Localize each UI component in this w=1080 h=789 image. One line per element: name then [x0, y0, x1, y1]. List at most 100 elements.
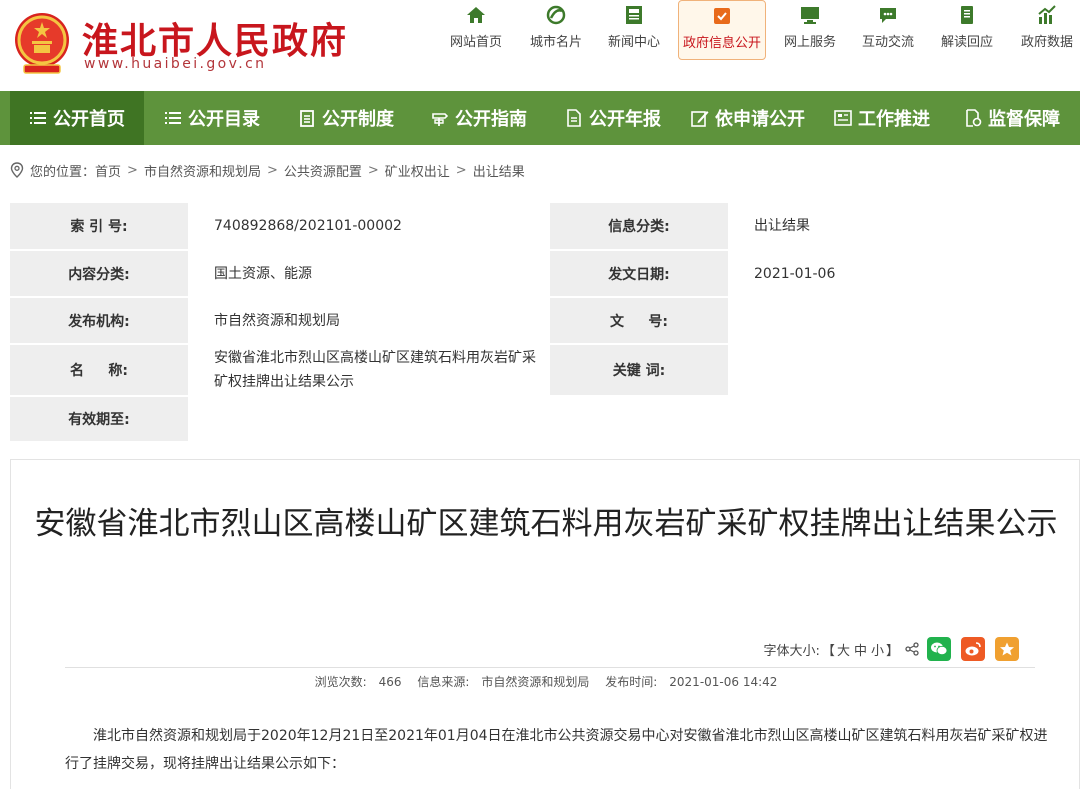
list-icon [30, 112, 46, 124]
home-icon [467, 7, 485, 23]
quick-nav-label: 政府信息公开 [682, 36, 761, 51]
breadcrumb-mining-rights[interactable]: 矿业权出让 [385, 161, 450, 180]
quick-nav-label: 解读回应 [940, 35, 993, 50]
name-value: 安徽省淮北市烈山区高楼山矿区建筑石料用灰岩矿采矿权挂牌出让结果公示 [190, 345, 548, 395]
wechat-icon [931, 642, 948, 656]
nav-item-public-home[interactable]: 公开首页 [10, 91, 144, 145]
quick-nav-news[interactable]: 新闻中心 [590, 0, 678, 60]
quick-nav-label: 政府数据 [1020, 35, 1073, 50]
quick-nav-gov-data[interactable]: 政府数据 [1003, 0, 1080, 60]
clipboard-icon [300, 110, 314, 127]
document-icon [714, 8, 730, 24]
location-pin-icon [10, 162, 24, 178]
content-type-label: 内容分类: [10, 251, 188, 296]
font-size-large-button[interactable]: 大 [837, 640, 850, 659]
quick-nav-label: 城市名片 [529, 35, 582, 50]
quick-nav-label: 网上服务 [783, 35, 836, 50]
quick-nav-label: 新闻中心 [607, 35, 660, 50]
quick-nav-label: 互动交流 [861, 35, 914, 50]
star-icon [1000, 642, 1014, 656]
breadcrumb-separator: > [266, 162, 278, 178]
nav-item-label: 公开年报 [589, 109, 661, 130]
wechat-share-button[interactable] [927, 637, 951, 661]
edit-icon [691, 111, 709, 127]
font-size-medium-button[interactable]: 中 [854, 640, 867, 659]
nav-item-label: 依申请公开 [715, 109, 805, 130]
site-header: 淮北市人民政府 www.huaibei.gov.cn 网站首页 城市名片 新闻中… [0, 0, 1080, 91]
report-icon [567, 109, 581, 127]
quick-nav-city-card[interactable]: 城市名片 [512, 0, 600, 60]
leaf-icon [546, 5, 566, 25]
category-label: 信息分类: [550, 203, 728, 249]
nav-item-label: 监督保障 [988, 109, 1060, 130]
date-label: 发文日期: [550, 251, 728, 296]
article-title: 安徽省淮北市烈山区高楼山矿区建筑石料用灰岩矿采矿权挂牌出让结果公示 [34, 506, 1058, 542]
breadcrumb: 您的位置： 首页 > 市自然资源和规划局 > 公共资源配置 > 矿业权出让 > … [10, 160, 525, 180]
validity-label: 有效期至: [10, 397, 188, 441]
nav-item-label: 公开制度 [322, 109, 394, 130]
source-value: 市自然资源和规划局 [481, 675, 590, 689]
quick-nav-interpretation[interactable]: 解读回应 [923, 0, 1011, 60]
nav-item-label: 公开目录 [188, 109, 260, 130]
quick-nav-label: 网站首页 [449, 35, 502, 50]
weibo-icon [965, 642, 981, 656]
index-value: 740892868/202101-00002 [190, 203, 548, 249]
article-meta: 浏览次数: 466 信息来源: 市自然资源和规划局 发布时间: 2021-01-06 … [11, 673, 1080, 690]
article-tools: 字体大小: 【 大 中 小 】 [764, 636, 1019, 662]
nav-item-public-guide[interactable]: 公开指南 [418, 91, 540, 145]
font-size-bracket-close: 】 [885, 643, 899, 659]
article-divider [65, 667, 1035, 668]
nav-item-supervision[interactable]: 监督保障 [952, 91, 1072, 145]
breadcrumb-resource-allocation[interactable]: 公共资源配置 [284, 161, 362, 180]
book-icon [961, 6, 973, 24]
nav-item-public-system[interactable]: 公开制度 [284, 91, 408, 145]
org-label: 发布机构: [10, 298, 188, 343]
breadcrumb-separator: > [127, 162, 138, 178]
font-size-bracket-open: 【 [821, 643, 835, 659]
chat-icon [880, 8, 896, 23]
quick-nav-interaction[interactable]: 互动交流 [844, 0, 932, 60]
article-body: 淮北市自然资源和规划局于2020年12月21日至2021年01月04日在淮北市公… [65, 728, 1048, 772]
newspaper-icon [626, 6, 642, 24]
doc-number-label: 文 号: [550, 298, 728, 343]
org-value: 市自然资源和规划局 [190, 298, 548, 343]
nav-item-public-catalog[interactable]: 公开目录 [150, 91, 274, 145]
weibo-share-button[interactable] [961, 637, 985, 661]
nav-item-label: 工作推进 [858, 109, 930, 130]
validity-value [190, 397, 548, 441]
favorite-button[interactable] [995, 637, 1019, 661]
breadcrumb-separator: > [367, 162, 379, 178]
breadcrumb-transfer-result[interactable]: 出让结果 [473, 161, 525, 180]
nav-item-label: 公开首页 [53, 109, 125, 130]
nav-item-annual-report[interactable]: 公开年报 [552, 91, 674, 145]
content-type-value: 国土资源、能源 [190, 251, 548, 296]
nav-item-work-progress[interactable]: 工作推进 [824, 91, 940, 145]
quick-nav-online-service[interactable]: 网上服务 [766, 0, 854, 60]
publish-time-value: 2021-01-06 14:42 [669, 675, 778, 689]
date-value: 2021-01-06 [730, 251, 1080, 296]
views-label: 浏览次数: [314, 675, 367, 689]
publish-time-label: 发布时间: [605, 675, 658, 689]
quick-nav-gov-info[interactable]: 政府信息公开 [678, 0, 766, 60]
keyword-label: 关键 词: [550, 345, 728, 395]
name-label: 名 称: [10, 345, 188, 395]
index-label: 索 引 号: [10, 203, 188, 249]
breadcrumb-bureau[interactable]: 市自然资源和规划局 [144, 161, 261, 180]
font-size-small-button[interactable]: 小 [871, 640, 884, 659]
quick-nav-home[interactable]: 网站首页 [432, 0, 520, 60]
nav-item-apply-disclosure[interactable]: 依申请公开 [680, 91, 816, 145]
share-icon[interactable] [905, 642, 919, 656]
national-emblem-icon[interactable] [10, 10, 74, 76]
site-url: www.huaibei.gov.cn [84, 56, 267, 72]
chart-icon [1038, 5, 1056, 24]
nav-item-label: 公开指南 [455, 109, 527, 130]
panel-icon [834, 110, 852, 126]
breadcrumb-prefix: 您的位置： [30, 164, 96, 180]
info-table: 索 引 号: 740892868/202101-00002 信息分类: 出让结果… [10, 203, 1080, 443]
guide-icon [432, 113, 449, 126]
breadcrumb-home[interactable]: 首页 [95, 161, 121, 180]
source-label: 信息来源: [417, 675, 470, 689]
keyword-value [730, 345, 1080, 395]
shield-doc-icon [966, 109, 982, 127]
breadcrumb-separator: > [455, 162, 467, 178]
